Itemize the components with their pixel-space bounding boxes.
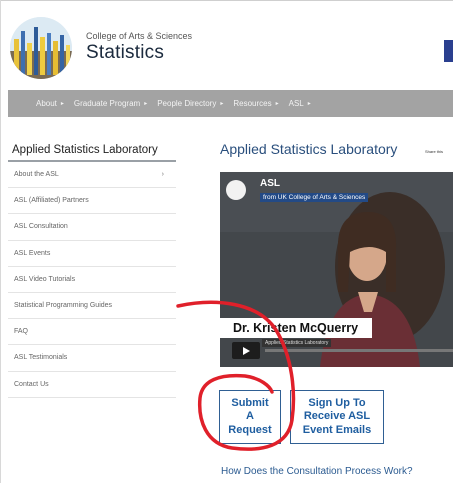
video-source[interactable]: from UK College of Arts & Sciences — [260, 193, 369, 202]
submit-request-button[interactable]: Submit A Request — [219, 390, 281, 444]
play-button[interactable] — [232, 342, 260, 359]
nav-item-graduate-program[interactable]: Graduate Program ▸ — [74, 99, 147, 108]
sidebar-item-label: About the ASL — [14, 171, 59, 179]
chevron-right-icon: › — [161, 171, 164, 179]
sidebar-heading[interactable]: Applied Statistics Laboratory — [12, 144, 158, 156]
sidebar-item-label: ASL (Affiliated) Partners — [14, 197, 89, 205]
nav-item-label: Resources — [233, 99, 272, 108]
nav-item-label: About — [36, 99, 57, 108]
nav-item-label: People Directory — [157, 99, 217, 108]
sidebar-item-programming-guides[interactable]: Statistical Programming Guides — [8, 293, 176, 320]
sidebar-item-asl-consultation[interactable]: ASL Consultation — [8, 214, 176, 241]
caret-right-icon: ▸ — [275, 101, 279, 107]
caret-right-icon: ▸ — [60, 101, 64, 107]
video-player[interactable]: ASL from UK College of Arts & Sciences D… — [220, 172, 453, 367]
sidebar-item-asl-video-tutorials[interactable]: ASL Video Tutorials — [8, 267, 176, 293]
nav-item-about[interactable]: About ▸ — [36, 99, 64, 108]
left-border — [0, 0, 1, 483]
play-icon — [243, 346, 250, 355]
page-title: Applied Statistics Laboratory — [220, 141, 398, 157]
caret-right-icon: ▸ — [144, 101, 148, 107]
college-logo-icon[interactable] — [10, 17, 72, 79]
sidebar-item-label: ASL Consultation — [14, 223, 68, 231]
caret-right-icon: ▸ — [220, 101, 224, 107]
share-label[interactable]: Share this — [425, 149, 443, 154]
nav-item-people-directory[interactable]: People Directory ▸ — [157, 99, 223, 108]
submit-request-label: Submit A Request — [228, 396, 272, 436]
sidebar-item-label: FAQ — [14, 328, 29, 336]
college-name: College of Arts & Sciences — [86, 31, 193, 41]
sidebar-item-label: ASL Video Tutorials — [14, 275, 76, 283]
caret-right-icon: ▸ — [307, 101, 311, 107]
nav-item-label: ASL — [288, 99, 304, 108]
asl-logo-icon — [226, 180, 246, 200]
sidebar-item-label: ASL Testimonials — [14, 354, 68, 362]
sidebar-item-asl-events[interactable]: ASL Events — [8, 241, 176, 267]
sidebar-item-label: ASL Events — [14, 249, 51, 257]
site-title[interactable]: Statistics — [86, 42, 164, 64]
video-progress-bar[interactable] — [265, 349, 453, 352]
header-accent-bar — [444, 40, 453, 62]
sidebar-item-asl-testimonials[interactable]: ASL Testimonials — [8, 345, 176, 372]
nav-item-resources[interactable]: Resources ▸ — [233, 99, 278, 108]
sidebar-item-faq[interactable]: FAQ — [8, 319, 176, 346]
nav-item-asl[interactable]: ASL ▸ — [289, 99, 311, 108]
signup-label: Sign Up To Receive ASL Event Emails — [302, 396, 372, 436]
sidebar-item-label: Statistical Programming Guides — [14, 302, 113, 310]
sidebar-item-label: Contact Us — [14, 380, 49, 388]
video-title[interactable]: ASL — [260, 178, 280, 189]
nav-item-label: Graduate Program — [73, 99, 141, 108]
sidebar-item-about-the-asl[interactable]: About the ASL › — [8, 162, 176, 189]
sidebar-item-contact-us[interactable]: Contact Us — [8, 372, 176, 398]
speaker-name-caption: Dr. Kristen McQuerry — [220, 318, 372, 338]
event-emails-signup-button[interactable]: Sign Up To Receive ASL Event Emails — [290, 390, 384, 444]
consultation-process-link[interactable]: How Does the Consultation Process Work? — [221, 466, 413, 477]
sidebar-menu: About the ASL › ASL (Affiliated) Partner… — [8, 162, 176, 398]
main-nav: About ▸ Graduate Program ▸ People Direct… — [8, 90, 453, 117]
sidebar-item-asl-partners[interactable]: ASL (Affiliated) Partners — [8, 188, 176, 215]
speaker-subtitle: Applied Statistics Laboratory — [262, 339, 332, 347]
top-border — [0, 0, 453, 1]
